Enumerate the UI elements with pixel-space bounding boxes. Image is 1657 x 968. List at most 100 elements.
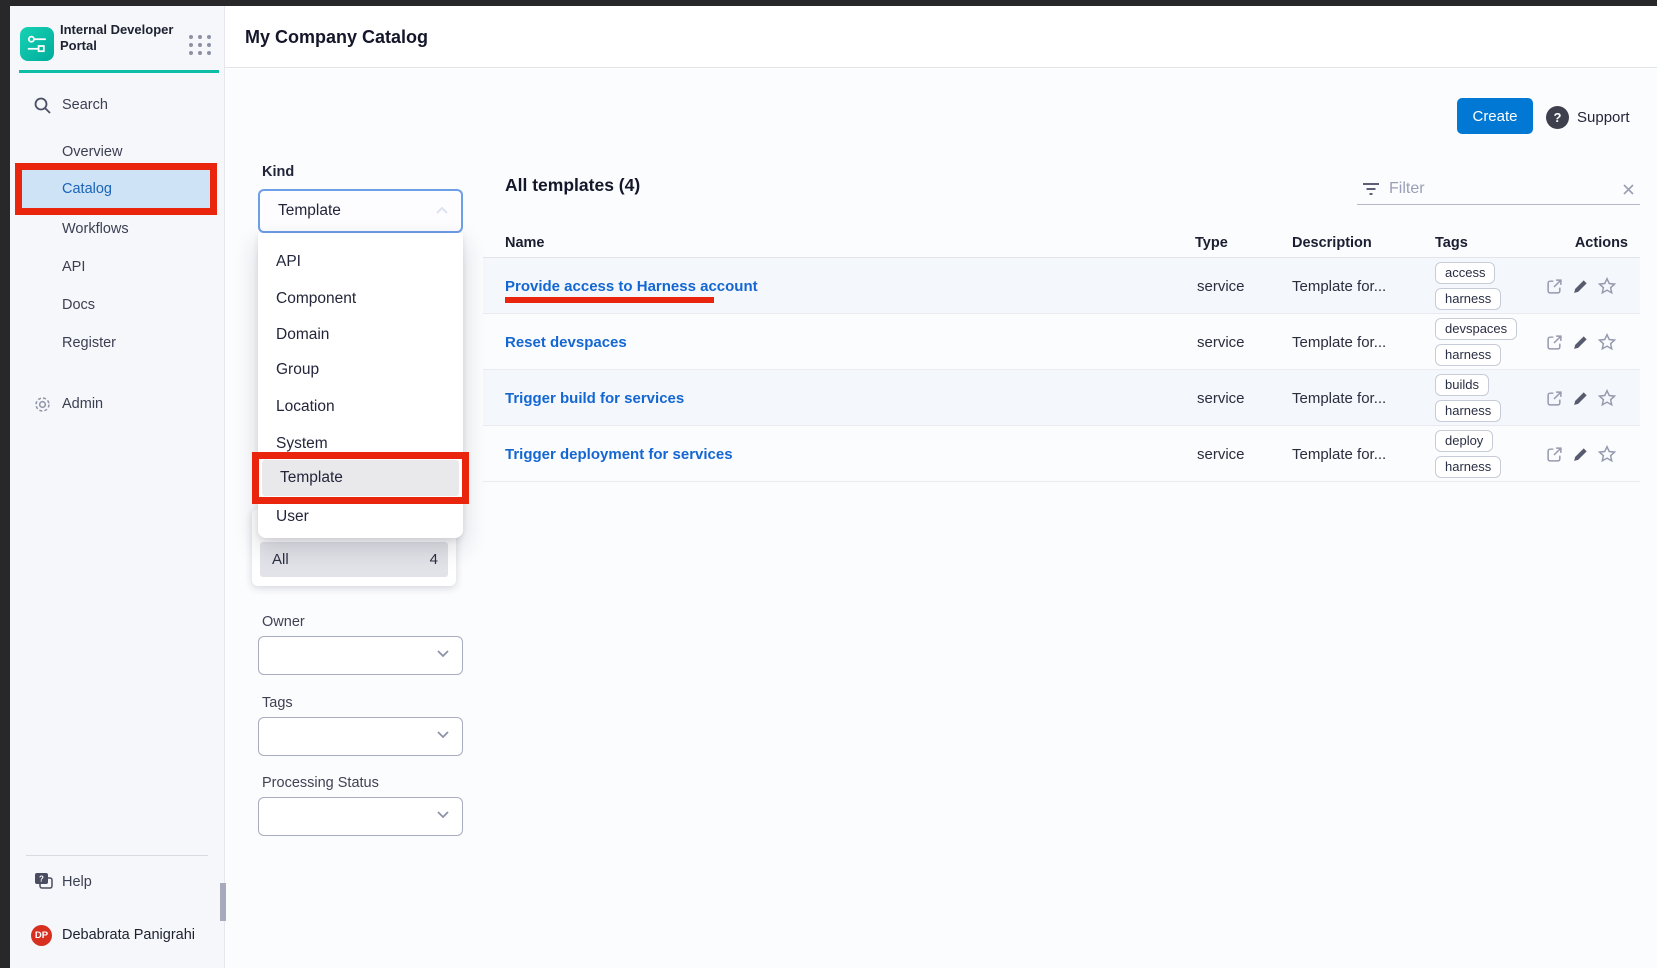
type-value: service — [1197, 370, 1245, 426]
description-value: Template for... — [1292, 426, 1386, 482]
sidebar-item-admin[interactable]: Admin — [10, 389, 225, 419]
filter-icon — [1361, 181, 1381, 197]
help-chat-icon: ? — [33, 872, 55, 892]
open-external-icon[interactable] — [1546, 278, 1563, 295]
sidebar-item-workflows[interactable]: Workflows — [10, 212, 225, 246]
help-label: Help — [62, 874, 92, 890]
owner-select[interactable] — [258, 636, 463, 675]
app-title: Internal Developer Portal — [60, 22, 182, 54]
chevron-down-icon — [436, 730, 450, 739]
kind-option-domain[interactable]: Domain — [258, 317, 463, 353]
search-label: Search — [62, 97, 108, 113]
open-external-icon[interactable] — [1546, 390, 1563, 407]
edit-pencil-icon[interactable] — [1572, 278, 1589, 295]
circuit-logo-icon — [25, 32, 49, 56]
support-link[interactable]: Support — [1577, 109, 1630, 126]
all-count: 4 — [430, 551, 438, 568]
row-actions — [1546, 258, 1630, 314]
sidebar: Internal Developer Portal Search Overvie… — [10, 6, 225, 968]
sidebar-item-api[interactable]: API — [10, 250, 225, 284]
template-link[interactable]: Provide access to Harness account — [505, 278, 758, 295]
kind-label: Kind — [262, 164, 294, 180]
col-type: Type — [1195, 235, 1228, 251]
nav-label: Overview — [62, 144, 122, 160]
sidebar-item-help[interactable]: ? Help — [10, 867, 225, 897]
nav-label: Register — [62, 335, 116, 351]
user-avatar: DP — [31, 925, 52, 946]
window-left-edge — [0, 0, 10, 968]
tag-chip: deploy — [1435, 430, 1493, 452]
row-actions — [1546, 370, 1630, 426]
sidebar-item-catalog[interactable]: Catalog — [15, 163, 217, 215]
table-header-row: Name Type Description Tags Actions — [483, 230, 1640, 258]
sidebar-item-docs[interactable]: Docs — [10, 288, 225, 322]
page-title: My Company Catalog — [245, 27, 428, 48]
tag-chip: devspaces — [1435, 318, 1517, 340]
owner-label: Owner — [262, 614, 305, 630]
sidebar-divider — [26, 855, 208, 856]
processing-status-label: Processing Status — [262, 775, 379, 791]
list-filter-all[interactable]: All 4 — [260, 542, 448, 577]
chevron-down-icon — [436, 810, 450, 819]
templates-table: Name Type Description Tags Actions Provi… — [483, 230, 1640, 483]
kind-option-location[interactable]: Location — [258, 389, 463, 425]
sidebar-user[interactable]: DP Debabrata Panigrahi — [10, 920, 225, 950]
open-external-icon[interactable] — [1546, 446, 1563, 463]
table-row: Trigger build for services service Templ… — [483, 370, 1640, 426]
type-value: service — [1197, 314, 1245, 370]
clear-filter-icon[interactable] — [1621, 182, 1636, 197]
star-icon[interactable] — [1598, 333, 1616, 351]
star-icon[interactable] — [1598, 445, 1616, 463]
kind-dropdown-menu: API Component Domain Group Location Syst… — [258, 233, 463, 538]
tag-chip: access — [1435, 262, 1495, 284]
kind-option-component[interactable]: Component — [258, 281, 463, 317]
template-link[interactable]: Reset devspaces — [505, 334, 627, 351]
kind-option-api[interactable]: API — [258, 244, 463, 280]
kind-option-group[interactable]: Group — [258, 352, 463, 388]
kind-select[interactable]: Template — [258, 189, 463, 233]
support-help-icon[interactable]: ? — [1546, 106, 1569, 129]
open-external-icon[interactable] — [1546, 334, 1563, 351]
kind-option-template-selected[interactable]: Template — [262, 460, 459, 496]
col-name: Name — [505, 235, 545, 251]
user-name: Debabrata Panigrahi — [62, 927, 195, 943]
star-icon[interactable] — [1598, 389, 1616, 407]
chevron-down-icon — [436, 649, 450, 658]
processing-status-select[interactable] — [258, 797, 463, 836]
sidebar-item-register[interactable]: Register — [10, 326, 225, 360]
gear-icon — [33, 395, 52, 414]
tag-chip: harness — [1435, 344, 1501, 366]
tags-select[interactable] — [258, 717, 463, 756]
tags-filter-label: Tags — [262, 695, 293, 711]
svg-text:?: ? — [39, 875, 44, 884]
kind-select-value: Template — [278, 202, 341, 220]
table-row: Reset devspaces service Template for... … — [483, 314, 1640, 370]
kind-option-system[interactable]: System — [258, 426, 463, 462]
create-button[interactable]: Create — [1457, 98, 1533, 134]
edit-pencil-icon[interactable] — [1572, 446, 1589, 463]
chevron-up-icon — [435, 206, 449, 215]
sidebar-item-search[interactable]: Search — [10, 90, 225, 120]
template-link[interactable]: Trigger build for services — [505, 390, 684, 407]
brand-divider — [19, 70, 219, 73]
col-description: Description — [1292, 235, 1372, 251]
tag-chip: harness — [1435, 288, 1501, 310]
kind-option-user[interactable]: User — [258, 499, 463, 535]
table-filter-bar — [1357, 174, 1640, 205]
all-label: All — [272, 551, 289, 568]
apps-grid-icon[interactable] — [187, 33, 213, 57]
description-value: Template for... — [1292, 314, 1386, 370]
template-link[interactable]: Trigger deployment for services — [505, 446, 733, 463]
table-row: Trigger deployment for services service … — [483, 426, 1640, 482]
edit-pencil-icon[interactable] — [1572, 390, 1589, 407]
star-icon[interactable] — [1598, 277, 1616, 295]
table-row: Provide access to Harness account servic… — [483, 258, 1640, 314]
edit-pencil-icon[interactable] — [1572, 334, 1589, 351]
col-tags: Tags — [1435, 235, 1468, 251]
description-value: Template for... — [1292, 258, 1386, 314]
tag-chip: harness — [1435, 456, 1501, 478]
tag-chip: builds — [1435, 374, 1489, 396]
table-filter-input[interactable] — [1389, 180, 1613, 198]
type-value: service — [1197, 258, 1245, 314]
app-logo — [20, 27, 54, 61]
